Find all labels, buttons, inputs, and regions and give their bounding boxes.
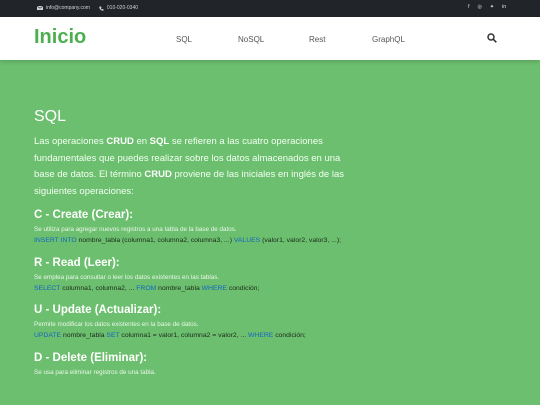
- nav-link-sql[interactable]: SQL: [176, 35, 192, 44]
- instagram-icon[interactable]: ◎: [478, 4, 482, 10]
- phone-text: 010-020-0340: [106, 5, 139, 11]
- delete-heading: D - Delete (Eliminar):: [34, 351, 148, 364]
- main-content: SQL Las operaciones CRUD en SQL se refie…: [34, 108, 354, 378]
- navbar: Inicio SQL NoSQL Rest GraphQL: [0, 17, 540, 60]
- linkedin-icon[interactable]: in: [502, 4, 506, 10]
- create-heading: C - Create (Crear):: [34, 209, 134, 221]
- update-code: UPDATE nombre_tabla SET columna1 = valor…: [34, 332, 306, 339]
- facebook-icon[interactable]: f: [468, 4, 469, 10]
- update-description: Permite modificar los datos existentes e…: [34, 321, 199, 328]
- read-code: SELECT columna1, columna2, ... FROM nomb…: [34, 284, 260, 292]
- intro-paragraph: Las operaciones CRUD en SQL se refieren …: [34, 136, 344, 197]
- page-title: SQL: [34, 108, 67, 125]
- nav-link-nosql[interactable]: NoSQL: [238, 35, 264, 44]
- contact-info: info@company.com 010-020-0340: [37, 5, 138, 11]
- social-links: f ◎ ✦ in: [468, 4, 506, 10]
- envelope-icon: [37, 6, 43, 10]
- read-heading: R - Read (Leer):: [34, 256, 120, 269]
- create-code: INSERT INTO nombre_tabla (columna1, colu…: [34, 237, 342, 244]
- read-description: Se emplea para consultar o leer los dato…: [34, 273, 220, 281]
- update-heading: U - Update (Actualizar):: [34, 304, 162, 316]
- phone-contact[interactable]: 010-020-0340: [99, 5, 138, 11]
- nav-link-graphql[interactable]: GraphQL: [372, 35, 405, 44]
- nav-link-rest[interactable]: Rest: [309, 35, 325, 44]
- create-description: Se utiliza para agregar nuevos registros…: [34, 226, 237, 233]
- search-icon[interactable]: [487, 33, 497, 43]
- email-contact[interactable]: info@company.com: [37, 5, 90, 11]
- delete-description: Se usa para eliminar registros de una ta…: [34, 368, 156, 376]
- brand-logo[interactable]: Inicio: [34, 26, 86, 49]
- email-text: info@company.com: [46, 5, 90, 11]
- top-bar: info@company.com 010-020-0340 f ◎ ✦ in: [0, 0, 540, 17]
- phone-icon: [99, 6, 104, 11]
- twitter-icon[interactable]: ✦: [490, 4, 494, 10]
